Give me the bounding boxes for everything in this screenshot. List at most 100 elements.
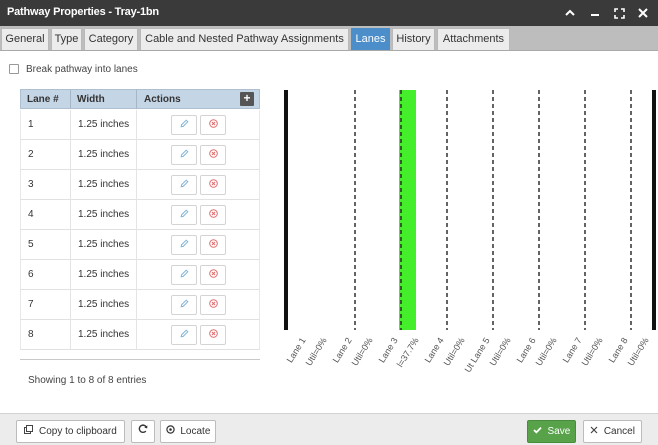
remove-circle-icon (208, 299, 218, 311)
table-bottom-border (20, 359, 260, 360)
delete-lane-button[interactable] (200, 145, 226, 165)
lane-width-cell: 1.25 inches (78, 299, 130, 310)
pencil-icon (180, 149, 189, 161)
delete-lane-button[interactable] (200, 265, 226, 285)
copy-clipboard-button[interactable]: Copy to clipboard (16, 420, 125, 443)
lane-utilization-label: Util=0% (626, 336, 651, 368)
title-bar: Pathway Properties - Tray-1bn (0, 0, 658, 26)
minimize-icon[interactable] (587, 5, 603, 21)
remove-circle-icon (208, 179, 218, 191)
table-row: 7 1.25 inches (20, 290, 260, 320)
delete-lane-button[interactable] (200, 175, 226, 195)
lane-width-cell: 1.25 inches (78, 179, 130, 190)
table-row: 1 1.25 inches (20, 110, 260, 140)
table-row: 3 1.25 inches (20, 170, 260, 200)
lane-utilization-label: Util=0% (488, 336, 513, 368)
pencil-icon (180, 299, 189, 311)
table-summary: Showing 1 to 8 of 8 entries (28, 375, 147, 386)
refresh-icon (138, 424, 148, 437)
pencil-icon (180, 119, 189, 131)
lane-number-cell: 8 (28, 329, 34, 340)
lane-number-cell: 1 (28, 119, 34, 130)
lane-width-cell: 1.25 inches (78, 119, 130, 130)
lane-utilization-label: Util=0% (442, 336, 467, 368)
dialog-footer: Copy to clipboard Locate Save Cancel (0, 413, 658, 445)
cancel-label: Cancel (603, 426, 635, 437)
window-title: Pathway Properties - Tray-1bn (7, 6, 159, 18)
table-row: 5 1.25 inches (20, 230, 260, 260)
tab-cable-assignments[interactable]: Cable and Nested Pathway Assignments (140, 28, 349, 50)
lane-width-cell: 1.25 inches (78, 269, 130, 280)
lane-width-cell: 1.25 inches (78, 149, 130, 160)
remove-circle-icon (208, 239, 218, 251)
column-header-actions: Actions (144, 94, 181, 105)
lane-width-cell: 1.25 inches (78, 239, 130, 250)
pencil-icon (180, 269, 189, 281)
delete-lane-button[interactable] (200, 115, 226, 135)
tab-general[interactable]: General (1, 28, 49, 50)
lane-number-cell: 3 (28, 179, 34, 190)
remove-circle-icon (208, 119, 218, 131)
remove-circle-icon (208, 269, 218, 281)
pencil-icon (180, 239, 189, 251)
table-row: 2 1.25 inches (20, 140, 260, 170)
lane-utilization-label: Util=0% (350, 336, 375, 368)
break-lanes-checkbox[interactable] (9, 64, 19, 74)
delete-lane-button[interactable] (200, 295, 226, 315)
column-header-lane[interactable]: Lane # (27, 94, 59, 105)
lane-number-cell: 2 (28, 149, 34, 160)
edit-lane-button[interactable] (171, 235, 197, 255)
table-row: 4 1.25 inches (20, 200, 260, 230)
remove-circle-icon (208, 329, 218, 341)
lane-number-cell: 4 (28, 209, 34, 220)
maximize-icon[interactable] (611, 5, 627, 21)
lane-number-cell: 5 (28, 239, 34, 250)
delete-lane-button[interactable] (200, 235, 226, 255)
locate-label: Locate (180, 426, 211, 437)
save-button[interactable]: Save (527, 420, 576, 443)
edit-lane-button[interactable] (171, 175, 197, 195)
lane-width-cell: 1.25 inches (78, 329, 130, 340)
lane-width-cell: 1.25 inches (78, 209, 130, 220)
remove-circle-icon (208, 149, 218, 161)
collapse-icon[interactable] (562, 5, 578, 21)
close-icon (590, 426, 601, 437)
remove-circle-icon (208, 209, 218, 221)
tab-lanes[interactable]: Lanes (351, 28, 390, 50)
lane-name-label: Ut Lane 5 (463, 336, 492, 374)
locate-button[interactable]: Locate (160, 420, 216, 443)
tab-attachments[interactable]: Attachments (437, 28, 510, 50)
locate-icon (165, 425, 178, 437)
refresh-button[interactable] (131, 420, 155, 443)
tab-category[interactable]: Category (84, 28, 138, 50)
table-row: 6 1.25 inches (20, 260, 260, 290)
edit-lane-button[interactable] (171, 145, 197, 165)
pencil-icon (180, 329, 189, 341)
check-icon (533, 426, 545, 437)
copy-clipboard-label: Copy to clipboard (38, 426, 117, 437)
column-header-width[interactable]: Width (77, 94, 105, 105)
edit-lane-button[interactable] (171, 295, 197, 315)
save-label: Save (547, 426, 571, 437)
break-lanes-label: Break pathway into lanes (26, 64, 138, 75)
edit-lane-button[interactable] (171, 325, 197, 345)
lane-utilization-label: Util=0% (304, 336, 329, 368)
delete-lane-button[interactable] (200, 325, 226, 345)
delete-lane-button[interactable] (200, 205, 226, 225)
edit-lane-button[interactable] (171, 265, 197, 285)
lane-number-cell: 7 (28, 299, 34, 310)
lane-diagram: Lane 1Util=0% Lane 2Util=0% Lane 3l=37.7% L… (284, 90, 656, 374)
lane-utilization-label: Util=0% (534, 336, 559, 368)
add-lane-icon[interactable]: + (240, 92, 254, 106)
edit-lane-button[interactable] (171, 205, 197, 225)
edit-lane-button[interactable] (171, 115, 197, 135)
tab-type[interactable]: Type (51, 28, 82, 50)
lanes-table-header: Lane # Width Actions + (20, 89, 260, 109)
cancel-button[interactable]: Cancel (583, 420, 642, 443)
pencil-icon (180, 209, 189, 221)
tab-history[interactable]: History (392, 28, 435, 50)
table-row: 8 1.25 inches (20, 320, 260, 350)
lane-number-cell: 6 (28, 269, 34, 280)
pencil-icon (180, 179, 189, 191)
close-icon[interactable] (635, 5, 651, 21)
